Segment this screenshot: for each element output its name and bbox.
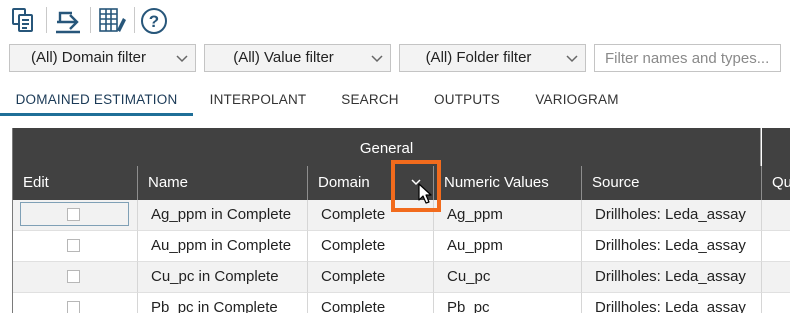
name-cell: Au_ppm in Complete [138, 231, 308, 262]
domain-filter-select[interactable]: (All) Domain filter [9, 44, 196, 72]
edit-checkbox[interactable] [67, 239, 80, 252]
value-filter-label: (All) Value filter [233, 49, 334, 66]
source-cell: Drillholes: Leda_assay [582, 262, 762, 293]
edit-checkbox[interactable] [67, 301, 80, 313]
column-header-name[interactable]: Name [138, 166, 308, 200]
group-header-next [762, 128, 790, 166]
tab-interpolant[interactable]: INTERPOLANT [198, 86, 318, 114]
quality-cell [762, 200, 790, 231]
grid-edit-icon[interactable] [96, 4, 128, 36]
domain-cell: Complete [308, 293, 434, 313]
tab-variogram[interactable]: VARIOGRAM [524, 86, 630, 114]
quality-cell [762, 231, 790, 262]
help-icon[interactable]: ? [138, 4, 170, 36]
edit-checkbox[interactable] [67, 208, 80, 221]
column-header-edit[interactable]: Edit [13, 166, 138, 200]
numeric-values-cell: Pb_pc [434, 293, 582, 313]
quality-cell [762, 293, 790, 313]
toolbar: ? [0, 0, 790, 40]
numeric-values-cell: Au_ppm [434, 231, 582, 262]
numeric-values-cell: Cu_pc [434, 262, 582, 293]
active-tab-indicator [0, 113, 193, 116]
source-cell: Drillholes: Leda_assay [582, 231, 762, 262]
table-row[interactable]: Pb_pc in Complete Complete Pb_pc Drillho… [13, 293, 790, 313]
toolbar-divider [90, 7, 91, 33]
source-cell: Drillholes: Leda_assay [582, 200, 762, 231]
column-header-quality[interactable]: Qu [762, 166, 790, 200]
group-header-general: General [13, 128, 761, 166]
data-grid: General Edit Name Domain Numeric Values … [12, 128, 790, 313]
domain-column-dropdown-icon[interactable] [391, 166, 431, 200]
edit-cell [13, 231, 138, 262]
edit-cell [13, 293, 138, 313]
edit-checkbox[interactable] [67, 270, 80, 283]
column-header-source[interactable]: Source [582, 166, 762, 200]
tab-domained-estimation[interactable]: DOMAINED ESTIMATION [0, 86, 193, 114]
svg-text:?: ? [149, 12, 159, 31]
value-filter-select[interactable]: (All) Value filter [204, 44, 391, 72]
domain-cell: Complete [308, 200, 434, 231]
edit-cell [13, 200, 138, 231]
table-row[interactable]: Au_ppm in Complete Complete Au_ppm Drill… [13, 231, 790, 262]
copy-icon[interactable] [6, 4, 38, 36]
folder-filter-label: (All) Folder filter [425, 49, 532, 66]
tab-search[interactable]: SEARCH [330, 86, 410, 114]
table-row[interactable]: Ag_ppm in Complete Complete Ag_ppm Drill… [13, 200, 790, 231]
folder-filter-select[interactable]: (All) Folder filter [399, 44, 586, 72]
export-icon[interactable] [52, 4, 84, 36]
domain-cell: Complete [308, 231, 434, 262]
column-header-numeric-values[interactable]: Numeric Values [434, 166, 582, 200]
chevron-down-icon [371, 55, 383, 63]
domain-filter-label: (All) Domain filter [30, 49, 147, 66]
tab-bar: DOMAINED ESTIMATION INTERPOLANT SEARCH O… [0, 86, 790, 116]
chevron-down-icon [176, 55, 188, 63]
chevron-down-icon [566, 55, 578, 63]
edit-cell [13, 262, 138, 293]
search-input[interactable] [594, 44, 781, 72]
table-row[interactable]: Cu_pc in Complete Complete Cu_pc Drillho… [13, 262, 790, 293]
toolbar-divider [134, 7, 135, 33]
name-cell: Pb_pc in Complete [138, 293, 308, 313]
toolbar-divider [46, 7, 47, 33]
tab-outputs[interactable]: OUTPUTS [424, 86, 510, 114]
column-header-row: Edit Name Domain Numeric Values Source Q… [13, 166, 790, 200]
quality-cell [762, 262, 790, 293]
source-cell: Drillholes: Leda_assay [582, 293, 762, 313]
name-cell: Cu_pc in Complete [138, 262, 308, 293]
domain-cell: Complete [308, 262, 434, 293]
numeric-values-cell: Ag_ppm [434, 200, 582, 231]
name-cell: Ag_ppm in Complete [138, 200, 308, 231]
